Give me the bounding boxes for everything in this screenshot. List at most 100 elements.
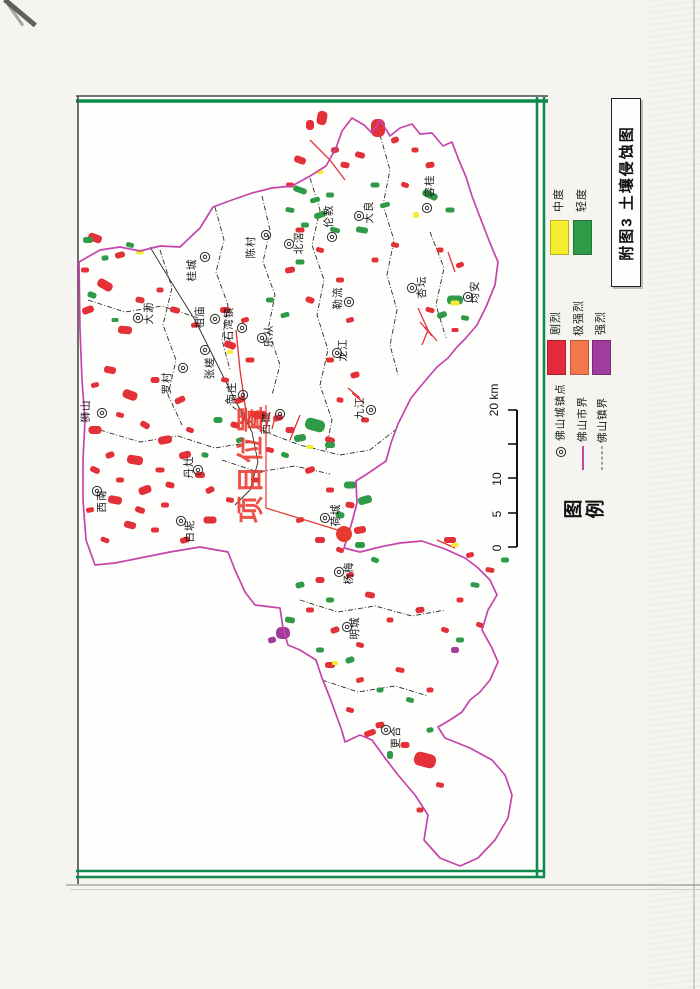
- town-label: 明城: [349, 617, 361, 640]
- town-label: 石湾镇: [222, 307, 235, 342]
- erosion-patch-severe_red: [195, 472, 205, 478]
- legend-item-label: 佛山镇界: [595, 397, 610, 443]
- town-point-icon: [554, 445, 568, 459]
- town-label: 勒流: [331, 287, 344, 310]
- erosion-patch-severe_red: [286, 427, 295, 433]
- legend-title-char: 例: [581, 499, 608, 518]
- erosion-patch-severe_red: [151, 377, 160, 383]
- scale-bar-label: 0: [490, 544, 504, 551]
- erosion-patch-light_green: [371, 183, 380, 188]
- erosion-patch-severe_red: [156, 468, 165, 473]
- erosion-patch-severe_red: [118, 325, 133, 334]
- map-svg: 桂城大沥陈村伦教北滘大良容桂杏坛均安勒流乐从龙江九江祖庙石湾镇张槎罗村南庄狮山西…: [0, 0, 700, 989]
- town-label: 杨梅: [342, 562, 355, 585]
- town-label: 伦教: [322, 205, 335, 228]
- legend-class-label: 极强烈: [570, 300, 586, 336]
- map-title: 附图3 土壤侵蚀图: [616, 125, 637, 261]
- erosion-patch-severe_red: [89, 426, 102, 434]
- erosion-patch-severe_red: [437, 248, 444, 253]
- erosion-patch-severe_red: [452, 328, 459, 332]
- erosion-patch-severe_red: [306, 120, 314, 130]
- town-label: 南庄: [225, 382, 238, 405]
- scanned-map-page: { "title_box": { "label": "附图3 土壤侵蚀图" },…: [0, 0, 700, 989]
- erosion-patch-light_green: [326, 193, 334, 198]
- erosion-patch-moderate_yellow: [413, 212, 419, 218]
- erosion-patch-severe_red: [336, 278, 344, 283]
- erosion-patch-severe_red: [81, 268, 89, 273]
- erosion-patch-light_green: [266, 298, 274, 303]
- legend-swatch-中度: [550, 220, 569, 255]
- town-label: 均安: [468, 281, 481, 304]
- town-label: 龙江: [336, 339, 349, 362]
- erosion-patch-severe_red: [246, 358, 255, 363]
- erosion-patch-light_green: [296, 260, 305, 265]
- scale-bar-label: 5: [490, 510, 504, 517]
- legend-swatch-极强烈: [570, 340, 589, 375]
- legend-class-label: 剧烈: [547, 311, 563, 335]
- erosion-patch-severe_red: [372, 258, 379, 263]
- erosion-patch-moderate_yellow: [332, 661, 338, 665]
- scale-bar-label: 10: [490, 472, 504, 486]
- erosion-patch-light_green: [326, 598, 334, 603]
- map-sheet: 桂城大沥陈村伦教北滘大良容桂杏坛均安勒流乐从龙江九江祖庙石湾镇张槎罗村南庄狮山西…: [0, 0, 700, 989]
- town-label: 陈村: [244, 236, 257, 259]
- erosion-patch-strong_purple: [451, 647, 459, 653]
- town-label: 九江: [354, 397, 366, 420]
- erosion-patch-severe_red: [161, 503, 169, 508]
- project-annotation-label: 项目位置: [235, 403, 266, 523]
- legend-item-label: 佛山市界: [575, 396, 590, 442]
- legend-swatch-轻度: [573, 220, 592, 255]
- erosion-patch-light_green: [446, 208, 455, 213]
- erosion-patch-light_green: [83, 237, 93, 243]
- legend-town-point-icon: [554, 445, 568, 459]
- erosion-patch-severe_red: [316, 577, 325, 583]
- erosion-patch-moderate_yellow: [307, 445, 314, 449]
- erosion-patch-light_green: [325, 442, 335, 448]
- legend-class-label: 轻度: [573, 188, 589, 212]
- erosion-patch-severe_red: [457, 598, 464, 603]
- erosion-patch-severe_red: [387, 618, 394, 623]
- town-label: 大良: [362, 201, 375, 224]
- erosion-patch-moderate_yellow: [451, 301, 460, 306]
- legend-class-label: 强烈: [592, 311, 608, 335]
- town-label: 容桂: [423, 175, 436, 198]
- town-label: 更合: [389, 726, 402, 749]
- legend-town-boundary-line: [602, 446, 603, 470]
- erosion-patch-light_green: [501, 558, 509, 563]
- erosion-patch-severe_red: [427, 688, 434, 693]
- town-label: 杏坛: [415, 276, 428, 299]
- erosion-patch-severe_red: [412, 148, 419, 153]
- erosion-patch-severe_red: [151, 528, 159, 533]
- erosion-patch-severe_red: [417, 808, 424, 813]
- erosion-patch-severe_red: [306, 608, 314, 613]
- town-label: 白坭: [183, 520, 196, 543]
- erosion-patch-severe_red: [116, 478, 124, 483]
- erosion-patch-severe_red: [157, 288, 164, 293]
- town-label: 罗村: [160, 372, 173, 395]
- erosion-patch-light_green: [355, 542, 365, 548]
- legend-swatch-强烈: [592, 340, 611, 375]
- town-label: 张槎: [203, 357, 216, 380]
- erosion-patch-severe_red: [326, 488, 334, 493]
- town-label: 丹灶: [182, 456, 195, 479]
- erosion-patch-severe_red: [204, 517, 217, 524]
- title-box: 附图3 土壤侵蚀图: [611, 98, 641, 287]
- legend-swatch-剧烈: [547, 340, 566, 375]
- town-label: 北滘: [293, 232, 305, 255]
- erosion-patch-moderate_yellow: [452, 543, 459, 547]
- erosion-patch-severe_red: [444, 537, 456, 543]
- scale-bar-label: 20 km: [487, 384, 501, 417]
- town-label: 荷城: [330, 504, 342, 527]
- erosion-patch-light_green: [377, 688, 384, 693]
- erosion-patch-light_green: [344, 482, 356, 489]
- town-label: 西南: [95, 490, 108, 513]
- town-label: 桂城: [185, 259, 198, 282]
- project-location-dot: [336, 526, 352, 542]
- erosion-patch-light_green: [214, 417, 223, 423]
- town-label: 狮山: [79, 400, 92, 423]
- erosion-patch-light_green: [387, 751, 393, 759]
- town-label: 祖庙: [193, 306, 206, 329]
- erosion-patch-light_green: [316, 648, 324, 653]
- town-label: 乐从: [263, 325, 275, 348]
- erosion-patch-moderate_yellow: [227, 350, 233, 354]
